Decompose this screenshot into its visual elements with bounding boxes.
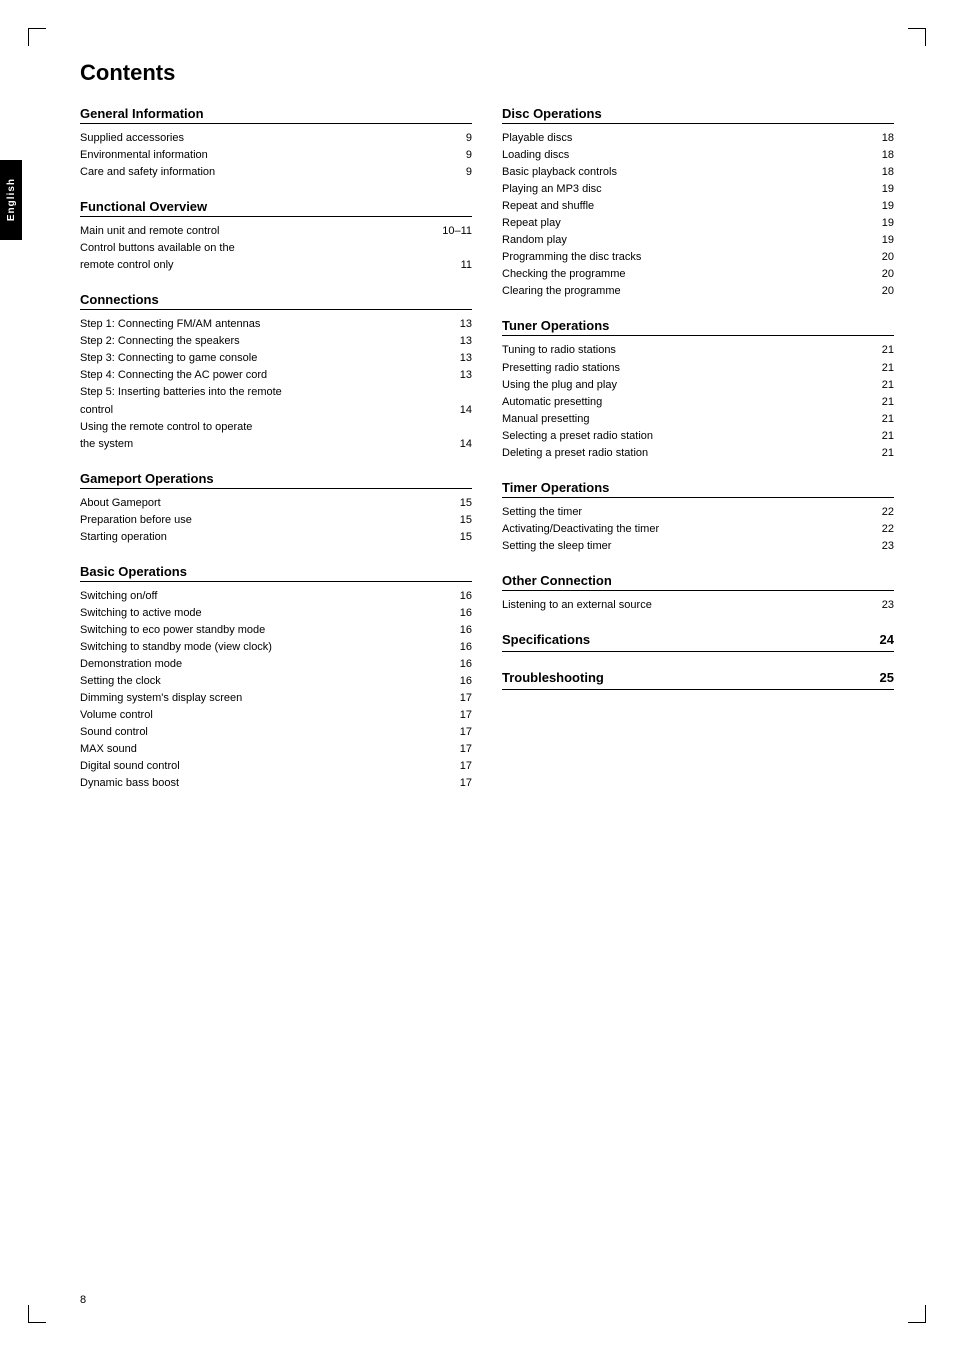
list-item: Manual presetting 21 xyxy=(502,411,894,428)
section-title-tuner-operations: Tuner Operations xyxy=(502,318,894,336)
section-other-connection: Other Connection Listening to an externa… xyxy=(502,573,894,614)
list-item: Setting the timer 22 xyxy=(502,504,894,521)
section-gameport-operations: Gameport Operations About Gameport 15 Pr… xyxy=(80,471,472,546)
list-item: Programming the disc tracks 20 xyxy=(502,249,894,266)
list-item: the system 14 xyxy=(80,436,472,453)
list-item: Playing an MP3 disc 19 xyxy=(502,181,894,198)
list-item: Step 2: Connecting the speakers 13 xyxy=(80,333,472,350)
list-item: Repeat and shuffle 19 xyxy=(502,198,894,215)
list-item: Step 1: Connecting FM/AM antennas 13 xyxy=(80,316,472,333)
page: English Contents General Information Sup… xyxy=(0,0,954,1351)
list-item: Repeat play 19 xyxy=(502,215,894,232)
list-item: Checking the programme 20 xyxy=(502,266,894,283)
list-item: Environmental information 9 xyxy=(80,147,472,164)
page-number: 8 xyxy=(80,1294,86,1306)
section-title-connections: Connections xyxy=(80,292,472,310)
list-item: Automatic presetting 21 xyxy=(502,394,894,411)
list-item: Preparation before use 15 xyxy=(80,512,472,529)
section-functional-overview: Functional Overview Main unit and remote… xyxy=(80,199,472,274)
list-item: Listening to an external source 23 xyxy=(502,597,894,614)
list-item: Control buttons available on the xyxy=(80,240,472,257)
list-item: Random play 19 xyxy=(502,232,894,249)
section-troubleshooting: Troubleshooting 25 xyxy=(502,670,894,690)
list-item: Step 5: Inserting batteries into the rem… xyxy=(80,384,472,401)
list-item: Tuning to radio stations 21 xyxy=(502,342,894,359)
list-item: Main unit and remote control 10–11 xyxy=(80,223,472,240)
section-title-basic-operations: Basic Operations xyxy=(80,564,472,582)
list-item: Dynamic bass boost 17 xyxy=(80,775,472,792)
corner-mark-tr xyxy=(908,28,926,46)
list-item: Care and safety information 9 xyxy=(80,164,472,181)
list-item: Switching to eco power standby mode 16 xyxy=(80,622,472,639)
list-item: Using the remote control to operate xyxy=(80,419,472,436)
page-title: Contents xyxy=(80,60,894,86)
section-title-other-connection: Other Connection xyxy=(502,573,894,591)
list-item: Dimming system's display screen 17 xyxy=(80,690,472,707)
list-item: Using the plug and play 21 xyxy=(502,377,894,394)
list-item: Digital sound control 17 xyxy=(80,758,472,775)
section-connections: Connections Step 1: Connecting FM/AM ant… xyxy=(80,292,472,452)
specifications-line: Specifications 24 xyxy=(502,632,894,652)
list-item: Playable discs 18 xyxy=(502,130,894,147)
list-item: Switching on/off 16 xyxy=(80,588,472,605)
list-item: Switching to active mode 16 xyxy=(80,605,472,622)
section-timer-operations: Timer Operations Setting the timer 22 Ac… xyxy=(502,480,894,555)
list-item: Sound control 17 xyxy=(80,724,472,741)
list-item: Demonstration mode 16 xyxy=(80,656,472,673)
list-item: Clearing the programme 20 xyxy=(502,283,894,300)
corner-mark-bl xyxy=(28,1305,46,1323)
list-item: Supplied accessories 9 xyxy=(80,130,472,147)
list-item: Activating/Deactivating the timer 22 xyxy=(502,521,894,538)
section-general-information: General Information Supplied accessories… xyxy=(80,106,472,181)
list-item: Deleting a preset radio station 21 xyxy=(502,445,894,462)
list-item: Switching to standby mode (view clock) 1… xyxy=(80,639,472,656)
section-title-general-information: General Information xyxy=(80,106,472,124)
list-item: Loading discs 18 xyxy=(502,147,894,164)
section-disc-operations: Disc Operations Playable discs 18 Loadin… xyxy=(502,106,894,300)
list-item: Setting the clock 16 xyxy=(80,673,472,690)
list-item: Step 3: Connecting to game console 13 xyxy=(80,350,472,367)
list-item: remote control only 11 xyxy=(80,257,472,274)
content-columns: General Information Supplied accessories… xyxy=(80,106,894,810)
section-basic-operations: Basic Operations Switching on/off 16 Swi… xyxy=(80,564,472,793)
list-item: Presetting radio stations 21 xyxy=(502,360,894,377)
list-item: About Gameport 15 xyxy=(80,495,472,512)
language-label: English xyxy=(6,178,17,221)
section-title-disc-operations: Disc Operations xyxy=(502,106,894,124)
list-item: Setting the sleep timer 23 xyxy=(502,538,894,555)
right-column: Disc Operations Playable discs 18 Loadin… xyxy=(502,106,894,810)
list-item: Selecting a preset radio station 21 xyxy=(502,428,894,445)
section-title-timer-operations: Timer Operations xyxy=(502,480,894,498)
list-item: Starting operation 15 xyxy=(80,529,472,546)
corner-mark-tl xyxy=(28,28,46,46)
list-item: control 14 xyxy=(80,402,472,419)
left-column: General Information Supplied accessories… xyxy=(80,106,472,810)
list-item: Step 4: Connecting the AC power cord 13 xyxy=(80,367,472,384)
section-tuner-operations: Tuner Operations Tuning to radio station… xyxy=(502,318,894,461)
section-specifications: Specifications 24 xyxy=(502,632,894,652)
list-item: MAX sound 17 xyxy=(80,741,472,758)
list-item: Volume control 17 xyxy=(80,707,472,724)
section-title-gameport-operations: Gameport Operations xyxy=(80,471,472,489)
list-item: Basic playback controls 18 xyxy=(502,164,894,181)
corner-mark-br xyxy=(908,1305,926,1323)
section-title-functional-overview: Functional Overview xyxy=(80,199,472,217)
troubleshooting-line: Troubleshooting 25 xyxy=(502,670,894,690)
language-tab: English xyxy=(0,160,22,240)
